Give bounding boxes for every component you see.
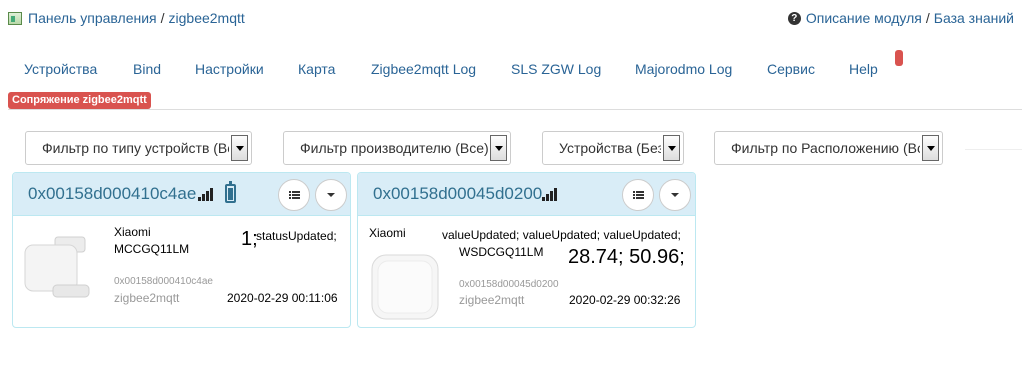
- filter-bar: Фильтр по типу устройств (Все) Фильтр пр…: [25, 131, 1022, 165]
- device-ieee: 0x00158d000410c4ae: [114, 276, 213, 287]
- tab-service[interactable]: Сервис: [767, 61, 815, 77]
- device-menu-button[interactable]: [622, 179, 654, 211]
- device-card-header: 0x00158d00045d0200: [358, 173, 695, 216]
- control-panel-icon: [8, 11, 22, 25]
- help-links: ? Описание модуля / База знаний: [787, 10, 1014, 26]
- tab-map[interactable]: Карта: [298, 61, 335, 77]
- knowledge-base-link[interactable]: База знаний: [934, 10, 1014, 26]
- door-sensor-image: [24, 236, 90, 298]
- battery-icon: [225, 181, 236, 203]
- devices-filter[interactable]: Устройства (Без скрытых): [542, 131, 684, 165]
- device-menu-button[interactable]: [278, 179, 310, 211]
- help-separator: /: [925, 10, 930, 26]
- module-description-link[interactable]: Описание модуля: [806, 10, 922, 26]
- device-card: 0x00158d00045d0200 Xiaomi valueUpdated; …: [357, 172, 696, 328]
- device-id-link[interactable]: 0x00158d000410c4ae: [28, 184, 196, 204]
- chevron-down-icon[interactable]: [231, 135, 248, 161]
- device-type-filter-value: Фильтр по типу устройств (Все): [42, 140, 229, 156]
- device-type-filter[interactable]: Фильтр по типу устройств (Все): [25, 131, 252, 165]
- device-source: zigbee2mqtt: [459, 293, 525, 307]
- signal-icon: [542, 187, 560, 201]
- device-status: statusUpdated;: [256, 229, 337, 243]
- device-dropdown-button[interactable]: [315, 179, 347, 211]
- tab-sls-zgw-log[interactable]: SLS ZGW Log: [511, 61, 601, 77]
- device-id-link[interactable]: 0x00158d00045d0200: [373, 184, 542, 204]
- breadcrumb-module[interactable]: zigbee2mqtt: [169, 10, 245, 26]
- tab-settings[interactable]: Настройки: [195, 61, 264, 77]
- caret-down-icon: [327, 193, 335, 197]
- device-ieee: 0x00158d00045d0200: [459, 279, 559, 290]
- signal-icon: [198, 187, 216, 201]
- chevron-down-icon[interactable]: [490, 135, 507, 161]
- breadcrumb-control-panel[interactable]: Панель управления: [28, 10, 157, 26]
- caret-down-icon: [671, 193, 679, 197]
- chevron-down-icon[interactable]: [663, 135, 680, 161]
- manufacturer-filter[interactable]: Фильтр производителю (Все): [283, 131, 511, 165]
- location-filter-value: Фильтр по Расположению (Все): [731, 140, 920, 156]
- device-vendor: Xiaomi: [369, 226, 406, 240]
- device-timestamp: 2020-02-29 00:11:06: [227, 291, 338, 305]
- device-model: WSDCGQ11LM: [459, 245, 544, 259]
- device-card: 0x00158d000410c4ae Xiaomi MCCGQ11LM 1; s…: [12, 172, 351, 328]
- divider: [965, 149, 1022, 150]
- question-icon: ?: [787, 11, 801, 25]
- manufacturer-filter-value: Фильтр производителю (Все): [300, 140, 488, 156]
- tab-majorodmo-log[interactable]: Majorodmo Log: [635, 61, 732, 77]
- tab-bind[interactable]: Bind: [133, 61, 161, 77]
- notification-badge: [895, 50, 903, 66]
- device-card-header: 0x00158d000410c4ae: [13, 173, 350, 216]
- list-icon: [632, 190, 644, 200]
- tab-devices[interactable]: Устройства: [24, 61, 97, 77]
- tab-help[interactable]: Help: [849, 61, 878, 77]
- temperature-sensor-image: [371, 254, 439, 320]
- device-status: valueUpdated; valueUpdated; valueUpdated…: [442, 228, 681, 242]
- location-filter[interactable]: Фильтр по Расположению (Все): [714, 131, 943, 165]
- tab-zigbee2mqtt-log[interactable]: Zigbee2mqtt Log: [371, 61, 476, 77]
- chevron-down-icon[interactable]: [922, 135, 939, 161]
- device-model: MCCGQ11LM: [114, 242, 190, 256]
- breadcrumb: Панель управления / zigbee2mqtt: [8, 10, 245, 26]
- list-icon: [288, 190, 300, 200]
- breadcrumb-separator: /: [160, 10, 165, 26]
- device-vendor: Xiaomi: [114, 225, 151, 239]
- device-source: zigbee2mqtt: [114, 291, 180, 305]
- nav-tabs: Устройства Bind Настройки Карта Zigbee2m…: [8, 50, 1022, 110]
- device-timestamp: 2020-02-29 00:32:26: [569, 293, 681, 307]
- pairing-label[interactable]: Сопряжение zigbee2mqtt: [8, 92, 151, 109]
- device-value: 28.74; 50.96;: [568, 246, 685, 268]
- devices-filter-value: Устройства (Без скрытых): [559, 140, 661, 156]
- device-dropdown-button[interactable]: [659, 179, 691, 211]
